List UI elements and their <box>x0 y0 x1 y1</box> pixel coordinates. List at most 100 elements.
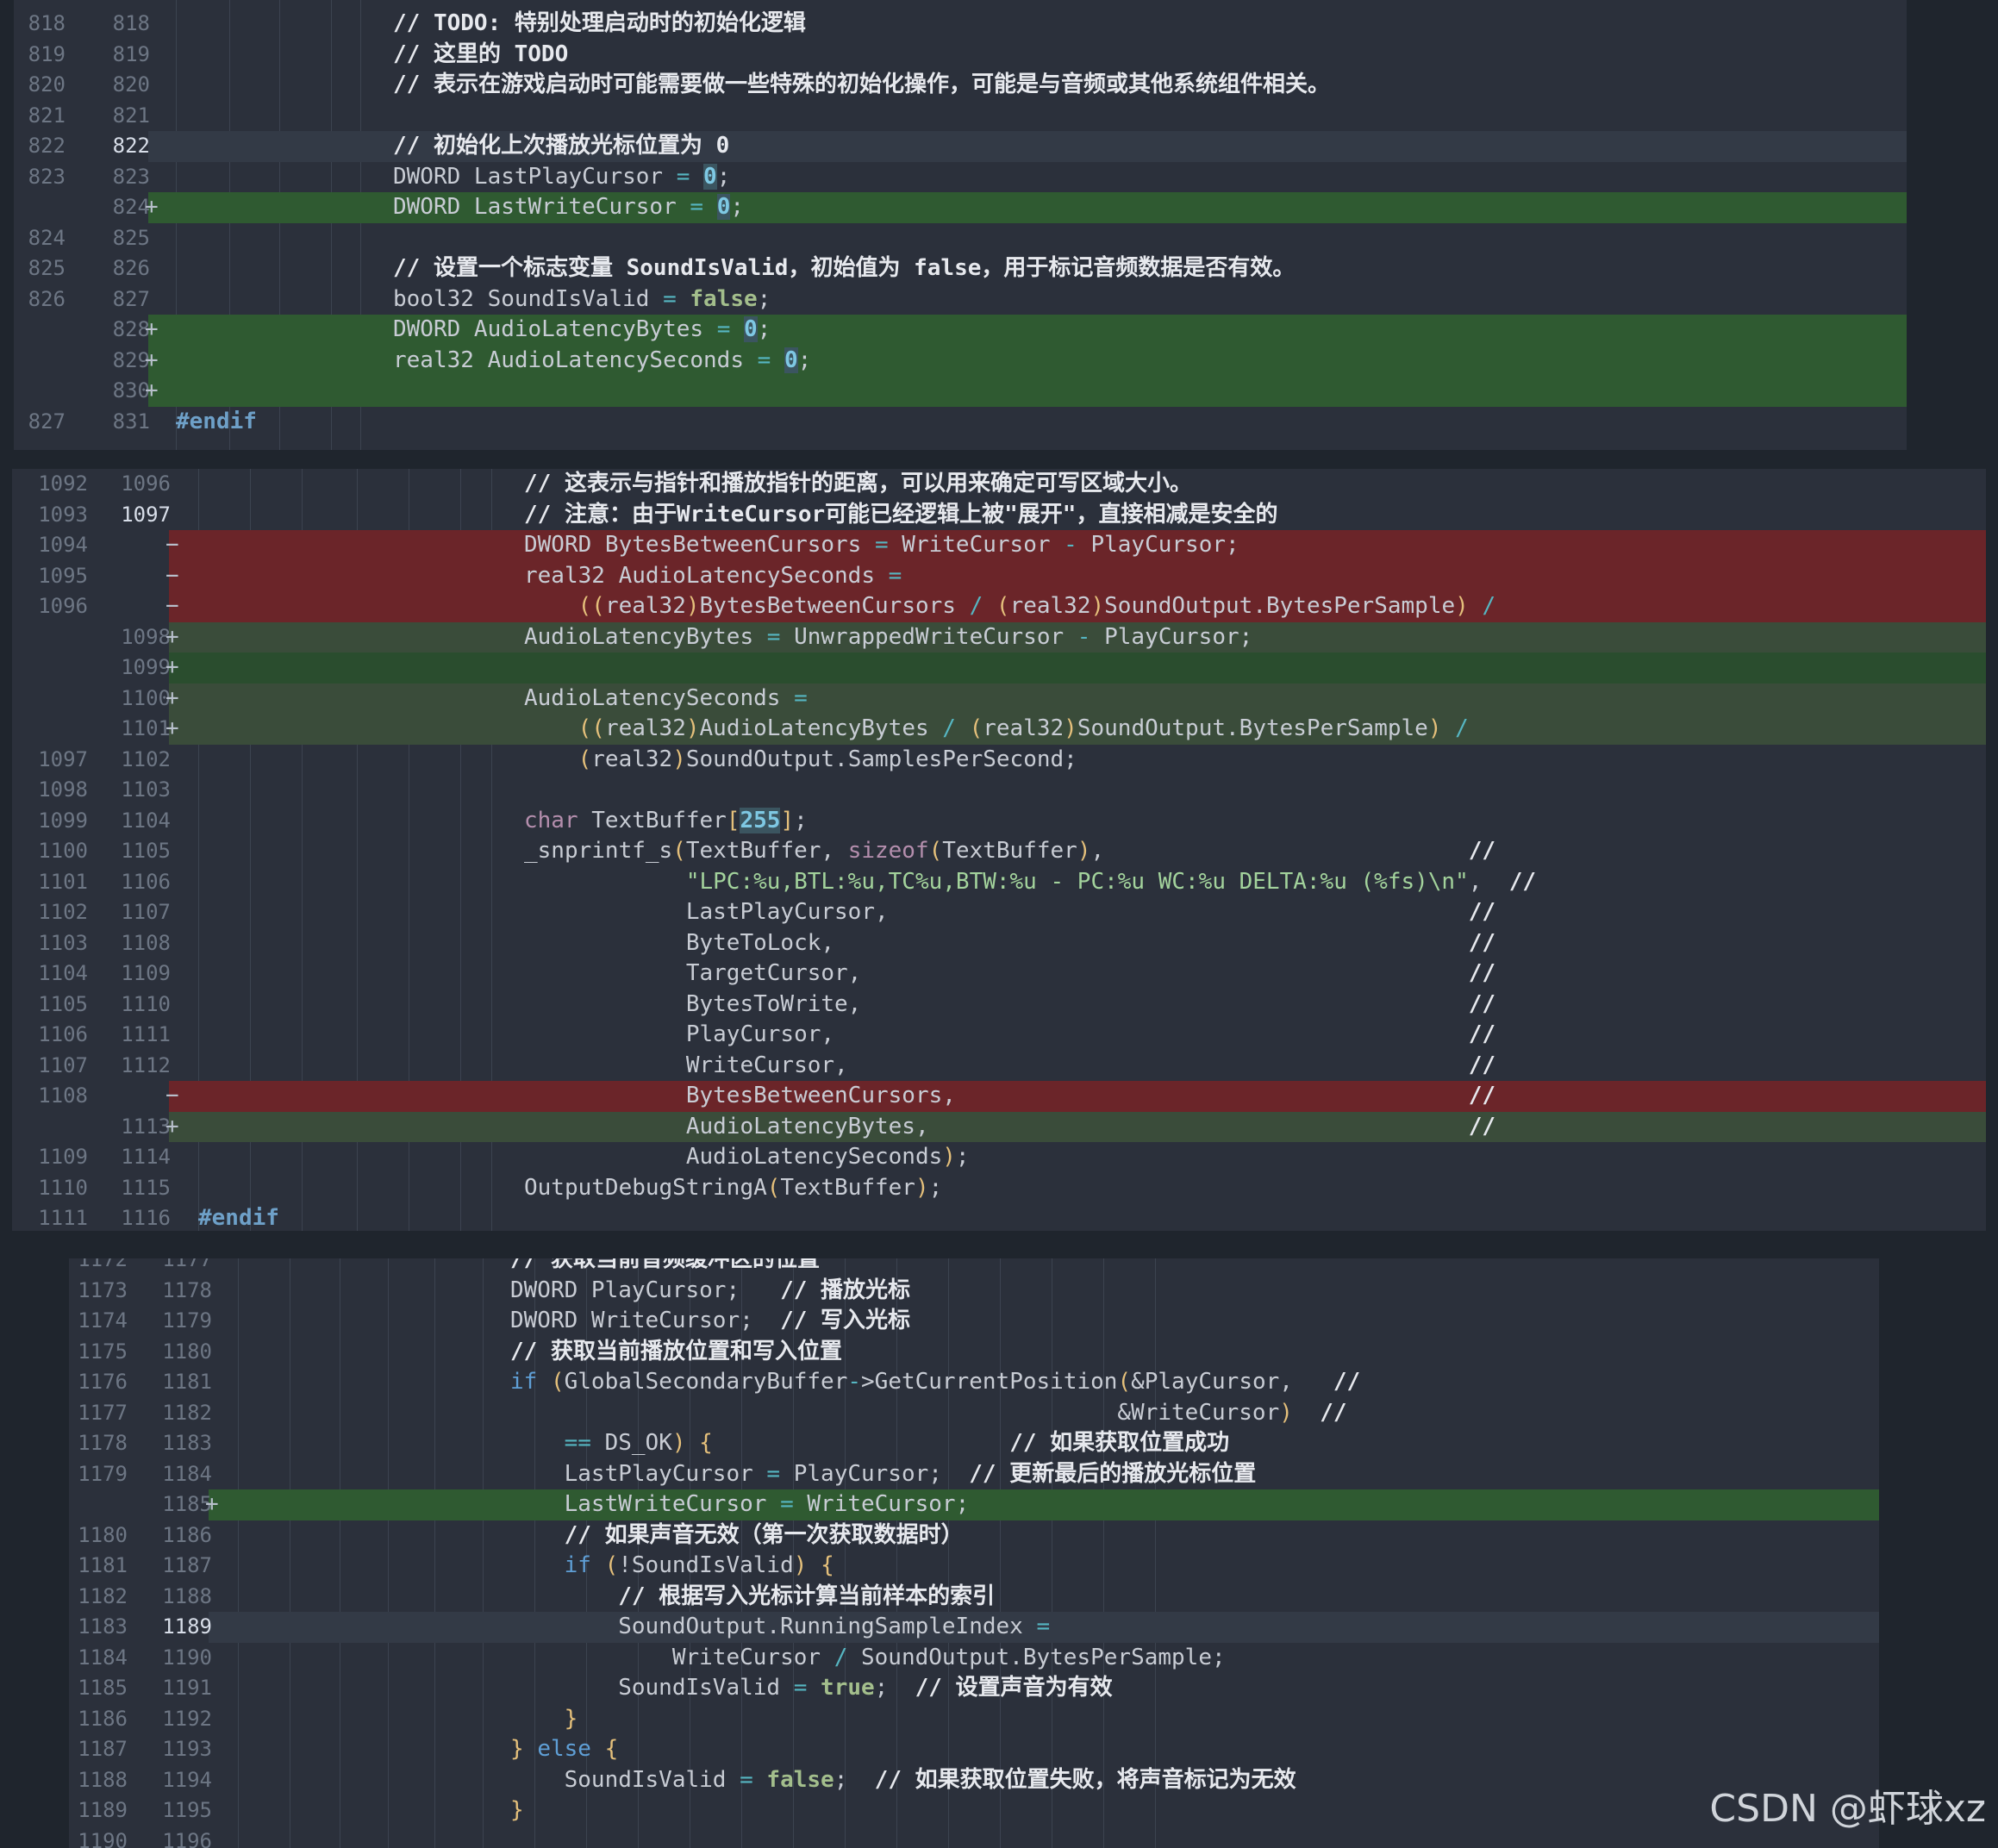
code-line[interactable]: DWORD LastPlayCursor = 0; <box>393 162 730 193</box>
code-line[interactable]: // 初始化上次播放光标位置为 0 <box>393 131 729 162</box>
code-line[interactable]: DWORD BytesBetweenCursors = WriteCursor … <box>524 530 1239 561</box>
code-line[interactable]: DWORD PlayCursor; // 播放光标 <box>510 1276 910 1307</box>
old-line-number: 1180 <box>78 1522 128 1547</box>
new-line-number: 1183 <box>162 1431 212 1455</box>
diff-row[interactable] <box>209 1520 1879 1551</box>
code-line[interactable]: // 设置一个标志变量 SoundIsValid，初始值为 false，用于标记… <box>393 253 1295 284</box>
diff-row[interactable] <box>209 1704 1879 1735</box>
code-line[interactable]: } else { <box>510 1734 618 1765</box>
diff-row[interactable] <box>148 101 1907 132</box>
code-line[interactable]: WriteCursor, // <box>524 1051 1495 1082</box>
code-line[interactable]: (real32)SoundOutput.SamplesPerSecond; <box>524 745 1077 776</box>
code-line[interactable]: OutputDebugStringA(TextBuffer); <box>524 1173 942 1204</box>
code-line[interactable]: // 如果声音无效（第一次获取数据时） <box>510 1520 964 1551</box>
code-line[interactable]: &WriteCursor) // <box>510 1398 1346 1429</box>
code-line[interactable]: real32 AudioLatencySeconds = 0; <box>393 346 811 377</box>
diff-row[interactable] <box>169 775 1986 806</box>
code-line[interactable]: DWORD WriteCursor; // 写入光标 <box>510 1306 910 1337</box>
diff-row-add[interactable] <box>209 1489 1879 1520</box>
old-line-number: 1190 <box>78 1828 128 1848</box>
diff-row[interactable] <box>209 1582 1879 1613</box>
code-line[interactable]: AudioLatencySeconds = <box>524 684 808 715</box>
code-line[interactable]: // 注意：由于WriteCursor可能已经逻辑上被"展开"，直接相减是安全的 <box>524 500 1277 531</box>
code-line[interactable]: // 获取当前音频缓冲区的位置 <box>510 1258 820 1276</box>
new-line-number: 1109 <box>121 961 171 985</box>
code-line[interactable]: // 获取当前播放位置和写入位置 <box>510 1337 842 1368</box>
diff-row[interactable] <box>209 1734 1879 1765</box>
new-line-number: 1180 <box>162 1339 212 1364</box>
code-line[interactable]: // 表示在游戏启动时可能需要做一些特殊的初始化操作，可能是与音频或其他系统组件… <box>393 70 1330 101</box>
code-line[interactable]: AudioLatencyBytes, // <box>524 1112 1495 1143</box>
old-line-number <box>14 346 66 377</box>
code-line[interactable]: ((real32)AudioLatencyBytes / (real32)Sou… <box>524 714 1469 745</box>
new-line-number: 1111 <box>121 1022 171 1046</box>
diff-row[interactable] <box>169 1173 1986 1204</box>
diff-row[interactable] <box>209 1306 1879 1337</box>
code-line[interactable]: "LPC:%u,BTL:%u,TC%u,BTW:%u - PC:%u WC:%u… <box>524 867 1536 898</box>
added-marker: + <box>145 346 159 373</box>
old-line-number: 1094 <box>38 533 88 557</box>
diff-row[interactable] <box>169 1142 1986 1173</box>
code-line[interactable]: } <box>510 1704 578 1735</box>
new-line-number: 1190 <box>162 1645 212 1670</box>
code-line[interactable]: char TextBuffer[255]; <box>524 806 808 837</box>
code-line[interactable]: AudioLatencyBytes = UnwrappedWriteCursor… <box>524 622 1252 653</box>
code-line[interactable]: PlayCursor, // <box>524 1020 1495 1051</box>
old-line-number: 1175 <box>78 1339 128 1364</box>
code-line[interactable]: SoundOutput.RunningSampleIndex = <box>510 1612 1050 1643</box>
code-line[interactable]: _snprintf_s(TextBuffer, sizeof(TextBuffe… <box>524 836 1495 867</box>
code-line[interactable]: DWORD LastWriteCursor = 0; <box>393 192 744 223</box>
code-line[interactable]: if (GlobalSecondaryBuffer->GetCurrentPos… <box>510 1367 1360 1398</box>
code-line[interactable]: // 这表示与指针和播放指针的距离，可以用来确定可写区域大小。 <box>524 469 1192 500</box>
diff-panel-bottom: 1172 1177 // 获取当前音频缓冲区的位置 1173 1178 DWORD Pla… <box>69 1258 1879 1848</box>
diff-row[interactable] <box>209 1826 1879 1848</box>
code-line[interactable]: LastPlayCursor = PlayCursor; // 更新最后的播放光… <box>510 1459 1257 1490</box>
new-line-number: 1098 <box>121 624 171 649</box>
diff-row[interactable] <box>209 1258 1879 1276</box>
old-line-number <box>36 1112 88 1143</box>
code-line[interactable]: } <box>510 1795 524 1826</box>
new-line-number: 821 <box>112 103 150 128</box>
code-line[interactable]: #endif <box>198 1203 279 1231</box>
code-line[interactable]: LastPlayCursor, // <box>524 897 1495 928</box>
code-line[interactable]: ((real32)BytesBetweenCursors / (real32)S… <box>524 591 1495 622</box>
diff-row[interactable] <box>148 407 1907 438</box>
code-line[interactable]: #endif <box>176 407 257 438</box>
code-line[interactable]: SoundIsValid = true; // 设置声音为有效 <box>510 1673 1112 1704</box>
code-line[interactable]: WriteCursor / SoundOutput.BytesPerSample… <box>510 1643 1226 1674</box>
new-line-number: 819 <box>112 41 150 66</box>
old-line-number: 1097 <box>38 746 88 771</box>
code-line[interactable]: AudioLatencySeconds); <box>524 1142 970 1173</box>
new-line-number: 1178 <box>162 1277 212 1302</box>
code-line[interactable]: // 这里的 TODO <box>393 40 568 71</box>
diff-row[interactable] <box>169 806 1986 837</box>
code-line[interactable]: bool32 SoundIsValid = false; <box>393 284 771 315</box>
code-line[interactable]: BytesToWrite, // <box>524 990 1495 1021</box>
code-line[interactable]: SoundIsValid = false; // 如果获取位置失败，将声音标记为… <box>510 1765 1296 1796</box>
old-line-number: 1109 <box>38 1145 88 1169</box>
diff-row-chg[interactable] <box>169 683 1986 714</box>
new-line-number: 825 <box>112 225 150 250</box>
removed-marker: − <box>165 562 179 589</box>
diff-row[interactable] <box>209 1337 1879 1368</box>
code-line[interactable]: real32 AudioLatencySeconds = <box>524 561 902 592</box>
diff-row[interactable] <box>169 1203 1986 1231</box>
old-line-number: 823 <box>28 164 66 189</box>
code-line[interactable]: // TODO: 特别处理启动时的初始化逻辑 <box>393 9 806 40</box>
code-line[interactable]: BytesBetweenCursors, // <box>524 1081 1495 1112</box>
code-line[interactable]: if (!SoundIsValid) { <box>510 1551 834 1582</box>
diff-row[interactable] <box>169 745 1986 776</box>
code-line[interactable]: TargetCursor, // <box>524 958 1495 990</box>
code-line[interactable]: ByteToLock, // <box>524 928 1495 959</box>
code-line[interactable]: // 根据写入光标计算当前样本的索引 <box>510 1582 995 1613</box>
diff-row[interactable] <box>148 223 1907 254</box>
diff-row[interactable] <box>209 1795 1879 1826</box>
code-line[interactable]: == DS_OK) { // 如果获取位置成功 <box>510 1428 1230 1459</box>
diff-row[interactable] <box>209 1276 1879 1307</box>
diff-row-add[interactable] <box>148 376 1907 407</box>
code-line[interactable]: DWORD AudioLatencyBytes = 0; <box>393 315 771 346</box>
diff-row-del[interactable] <box>169 560 1986 591</box>
diff-row-add2[interactable] <box>169 652 1986 684</box>
code-line[interactable]: LastWriteCursor = WriteCursor; <box>510 1489 970 1520</box>
diff-row[interactable] <box>209 1551 1879 1582</box>
